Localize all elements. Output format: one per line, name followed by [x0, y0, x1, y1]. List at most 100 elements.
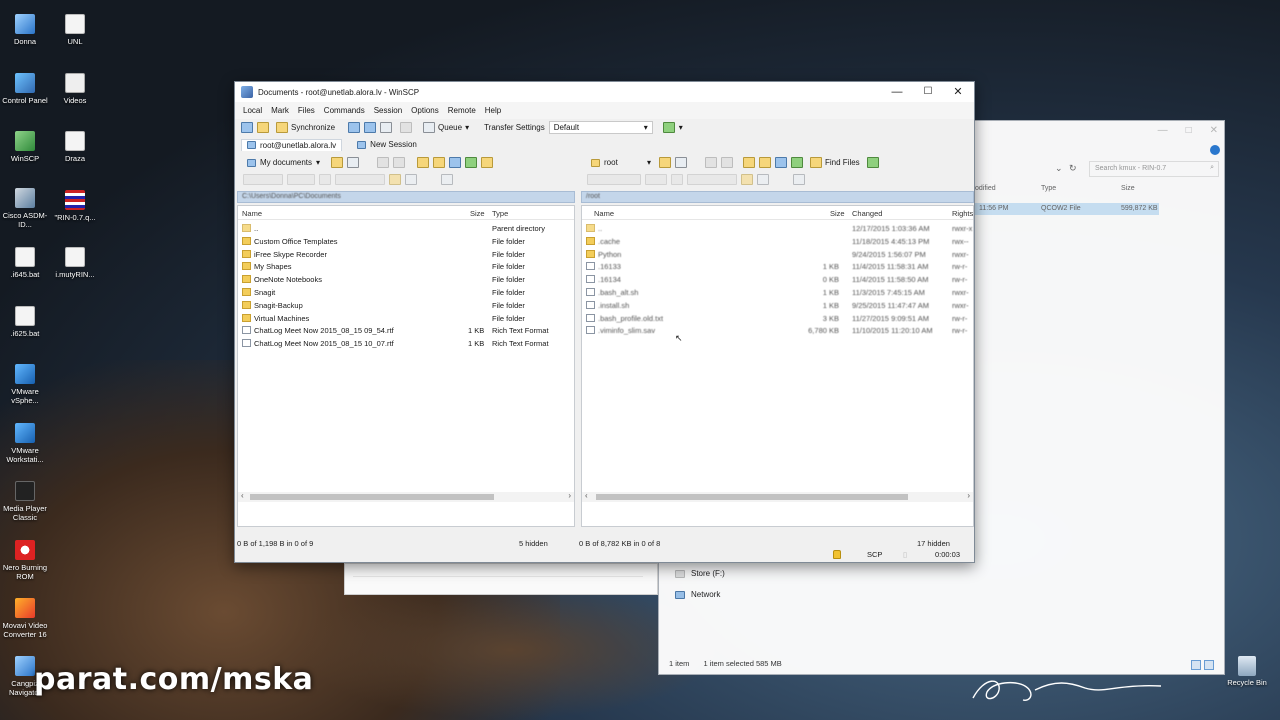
parent-dir-icon[interactable]	[417, 157, 429, 168]
maximize-button[interactable]: ☐	[913, 82, 943, 102]
local-path-bar[interactable]: C:\Users\Donna\PC\Documents	[237, 191, 575, 203]
filter-icon[interactable]	[675, 157, 687, 168]
select-all-icon[interactable]	[405, 174, 417, 185]
file-row[interactable]: .viminfo_slim.sav 6,780 KB 11/10/2015 11:2…	[582, 324, 973, 337]
column-type[interactable]: Type	[492, 209, 508, 218]
remote-horizontal-scrollbar[interactable]: ‹ ›	[582, 491, 973, 502]
back-icon[interactable]	[705, 157, 717, 168]
view-toggle[interactable]	[1191, 660, 1214, 670]
menu-item[interactable]: Session	[374, 106, 402, 115]
column-rights[interactable]: Rights	[952, 209, 973, 218]
menu-item[interactable]: Help	[485, 106, 501, 115]
tab-session[interactable]: root@unetlab.alora.lv	[241, 138, 343, 151]
column-size[interactable]: Size	[1121, 185, 1135, 192]
root-dir-icon[interactable]	[759, 157, 771, 168]
scroll-left-icon[interactable]: ‹	[585, 491, 588, 500]
file-row[interactable]: Virtual Machines File folder	[238, 312, 574, 325]
filter-files-icon[interactable]	[441, 174, 453, 185]
help-icon[interactable]	[1210, 145, 1220, 155]
column-changed[interactable]: Changed	[852, 209, 882, 218]
refresh-icon[interactable]	[791, 157, 803, 168]
menu-item[interactable]: Commands	[324, 106, 365, 115]
close-icon[interactable]: ✕	[1210, 125, 1218, 136]
queue-button[interactable]: Queue ▾	[420, 122, 472, 133]
delete-icon[interactable]	[319, 174, 331, 185]
home-icon[interactable]	[449, 157, 461, 168]
desktop-icon[interactable]: Nero Burning ROM	[0, 540, 52, 581]
file-row[interactable]: .bash_profile.old.txt 3 KB 11/27/2015 9:09…	[582, 312, 973, 325]
winscp-window[interactable]: Documents - root@unetlab.alora.lv - WinS…	[234, 81, 975, 563]
tab-new-session[interactable]: New Session	[352, 139, 422, 150]
desktop-icon[interactable]: WinSCP	[0, 131, 52, 163]
menu-item[interactable]: Options	[411, 106, 439, 115]
menu-item[interactable]: Files	[298, 106, 315, 115]
desktop-icon[interactable]: Cisco ASDM-ID...	[0, 188, 52, 229]
synchronize-button[interactable]: Synchronize	[273, 122, 338, 133]
title-bar[interactable]: Documents - root@unetlab.alora.lv - WinS…	[235, 82, 974, 102]
column-size[interactable]: Size	[830, 209, 845, 218]
file-row[interactable]: Python 9/24/2015 1:56:07 PM rwxr-	[582, 248, 973, 261]
home-icon[interactable]	[775, 157, 787, 168]
nav-item-store[interactable]: Store (F:)	[675, 563, 725, 584]
details-view-icon[interactable]	[1191, 660, 1201, 670]
transfer-settings-select[interactable]: Default ▾	[548, 121, 653, 134]
file-row[interactable]: Snagit-Backup File folder	[238, 299, 574, 312]
download-button[interactable]	[587, 174, 641, 185]
transfer-icon[interactable]	[866, 157, 879, 168]
scroll-thumb[interactable]	[250, 494, 494, 500]
filter-files-icon[interactable]	[793, 174, 805, 185]
file-row[interactable]: .. Parent directory	[238, 222, 574, 235]
large-icons-view-icon[interactable]	[1204, 660, 1214, 670]
menu-item[interactable]: Local	[243, 106, 262, 115]
console-icon[interactable]	[348, 122, 361, 133]
column-modified[interactable]: odified	[975, 185, 996, 192]
desktop-icon[interactable]: UNL	[48, 14, 102, 46]
file-row[interactable]: .cache 11/18/2015 4:45:13 PM rwx--	[582, 235, 973, 248]
file-row[interactable]: ChatLog Meet Now 2015_08_15 10_07.rtf 1 K…	[238, 337, 574, 350]
upload-button[interactable]	[243, 174, 283, 185]
forward-icon[interactable]	[393, 157, 405, 168]
desktop-icon[interactable]: Draza	[48, 131, 102, 163]
file-row[interactable]: .16133 1 KB 11/4/2015 11:58:31 AM rw-r-	[582, 260, 973, 273]
chevron-down-icon[interactable]: ⌄	[1055, 163, 1063, 174]
edit-button[interactable]	[645, 174, 667, 185]
recycle-bin[interactable]: Recycle Bin	[1222, 656, 1272, 687]
forward-icon[interactable]	[721, 157, 733, 168]
desktop-icon[interactable]: Control Panel	[0, 73, 52, 105]
local-horizontal-scrollbar[interactable]: ‹ ›	[238, 491, 574, 502]
preferences-icon[interactable]	[400, 122, 413, 133]
desktop-icon[interactable]: i.mutyRIN...	[48, 247, 102, 279]
maximize-icon[interactable]: □	[1186, 125, 1192, 136]
file-row[interactable]: Snagit File folder	[238, 286, 574, 299]
desktop-icon[interactable]: .i625.bat	[0, 306, 52, 338]
properties-button[interactable]	[687, 174, 737, 185]
open-folder-icon[interactable]	[331, 157, 343, 168]
file-row[interactable]: .install.sh 1 KB 9/25/2015 11:47:47 AM rwxr…	[582, 299, 973, 312]
select-all-icon[interactable]	[757, 174, 769, 185]
file-row[interactable]: .bash_alt.sh 1 KB 11/3/2015 7:45:15 AM rwxr…	[582, 286, 973, 299]
desktop-icon[interactable]: .i645.bat	[0, 247, 52, 279]
selected-file-row[interactable]: 11:56 PM QCOW2 File 599,872 KB	[975, 203, 1159, 215]
remote-location-select[interactable]: root ▾	[587, 156, 655, 169]
file-row[interactable]: .16134 0 KB 11/4/2015 11:58:50 AM rw-r-	[582, 273, 973, 286]
desktop-icon[interactable]: Movavi Video Converter 16	[0, 598, 52, 639]
minimize-icon[interactable]: —	[1158, 125, 1168, 136]
desktop-icon[interactable]: Donna	[0, 14, 52, 46]
new-folder-icon[interactable]	[741, 174, 753, 185]
back-icon[interactable]	[377, 157, 389, 168]
filter-icon[interactable]	[347, 157, 359, 168]
add-icon[interactable]	[241, 122, 253, 133]
column-name[interactable]: Name	[594, 209, 614, 218]
minimize-button[interactable]: —	[882, 82, 912, 102]
remote-path-bar[interactable]: /root	[581, 191, 974, 203]
refresh-icon[interactable]	[465, 157, 477, 168]
chevron-down-icon[interactable]: ▾	[679, 123, 683, 132]
nav-item-network[interactable]: Network	[675, 584, 725, 605]
edit-button[interactable]	[287, 174, 315, 185]
root-dir-icon[interactable]	[433, 157, 445, 168]
menu-item[interactable]: Mark	[271, 106, 289, 115]
terminal-icon[interactable]	[364, 122, 377, 133]
search-input[interactable]: Search kmux - RIN-0.7 ⌕	[1089, 161, 1219, 177]
file-row[interactable]: ChatLog Meet Now 2015_08_15 09_54.rtf 1 K…	[238, 324, 574, 337]
menu-item[interactable]: Remote	[448, 106, 476, 115]
